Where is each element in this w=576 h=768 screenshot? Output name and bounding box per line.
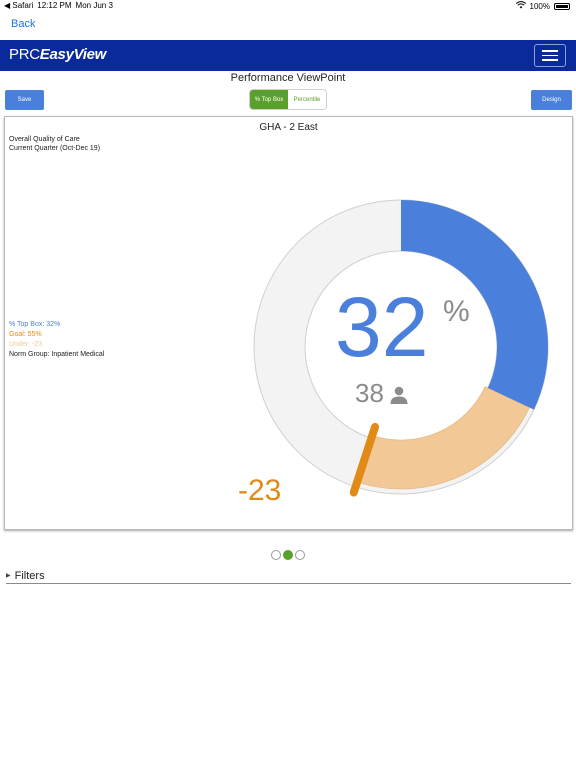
page-title: Performance ViewPoint bbox=[230, 72, 346, 84]
back-button[interactable]: Back bbox=[11, 18, 35, 30]
caret-right-icon: ▶ bbox=[6, 573, 11, 579]
goal-difference: -23 bbox=[238, 474, 282, 507]
top-box-value: 32 bbox=[335, 280, 429, 374]
page-dot-1[interactable] bbox=[271, 550, 281, 560]
app-logo: PRCEasyView bbox=[9, 46, 107, 63]
gauge-card: GHA - 2 East Overall Quality of Care Cur… bbox=[4, 116, 573, 530]
app-header: PRCEasyView bbox=[0, 40, 576, 71]
battery-percent: 100% bbox=[529, 1, 550, 11]
toggle-percentile[interactable]: Percentile bbox=[288, 90, 326, 109]
person-icon bbox=[389, 385, 409, 410]
battery-icon bbox=[554, 2, 570, 10]
status-bar: ◀ Safari 12:12 PM Mon Jun 3 100% bbox=[0, 0, 576, 12]
hamburger-icon bbox=[542, 50, 558, 52]
page-dot-2[interactable] bbox=[283, 550, 293, 560]
toggle-top-box[interactable]: % Top Box bbox=[250, 90, 288, 109]
page-dot-3[interactable] bbox=[295, 550, 305, 560]
page-indicator bbox=[271, 550, 305, 560]
save-button[interactable]: Save bbox=[5, 90, 44, 110]
time-label: 12:12 PM bbox=[37, 1, 72, 10]
donut-gauge bbox=[253, 199, 549, 497]
date-label: Mon Jun 3 bbox=[75, 1, 113, 10]
filters-label: Filters bbox=[14, 569, 45, 582]
wifi-icon bbox=[515, 1, 526, 11]
view-toggle: % Top Box Percentile bbox=[249, 89, 327, 110]
carrier-label: ◀ Safari bbox=[4, 1, 34, 10]
percent-sign: % bbox=[443, 295, 470, 328]
respondent-count: 38 bbox=[355, 378, 384, 408]
design-button[interactable]: Design bbox=[531, 90, 572, 110]
hamburger-menu-button[interactable] bbox=[534, 44, 566, 67]
filters-toggle[interactable]: ▶ Filters bbox=[6, 568, 571, 584]
